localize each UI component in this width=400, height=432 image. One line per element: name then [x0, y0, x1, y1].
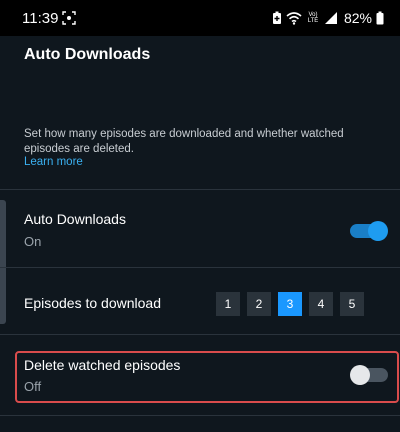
divider	[0, 415, 400, 416]
battery-icon	[376, 11, 384, 25]
learn-more-link[interactable]: Learn more	[24, 156, 83, 168]
status-bar: 11:39 Vo) LTE 82%	[0, 0, 400, 36]
battery-saver-icon	[272, 11, 281, 24]
divider	[0, 267, 400, 268]
screenshot-icon	[62, 11, 76, 25]
toggle-knob	[368, 221, 388, 241]
episode-count-button-3[interactable]: 3	[278, 292, 302, 316]
highlight-annotation	[15, 351, 399, 403]
signal-icon	[324, 12, 337, 24]
auto-downloads-value: On	[24, 234, 42, 249]
episode-count-button-4[interactable]: 4	[309, 292, 333, 316]
battery-percent: 82%	[343, 10, 372, 26]
episodes-to-download-label: Episodes to download	[24, 295, 161, 311]
auto-downloads-screen: 11:39 Vo) LTE 82% Auto Downloads Set how…	[0, 0, 400, 432]
auto-downloads-toggle[interactable]	[350, 221, 388, 241]
status-time: 11:39	[22, 10, 59, 27]
page-title: Auto Downloads	[24, 46, 151, 63]
scroll-indicator	[0, 200, 6, 324]
network-type-label: Vo) LTE	[307, 12, 319, 24]
episode-count-button-1[interactable]: 1	[216, 292, 240, 316]
status-icons: Vo) LTE 82%	[272, 9, 384, 27]
episode-count-selector: 1 2 3 4 5	[216, 292, 364, 316]
episode-count-button-2[interactable]: 2	[247, 292, 271, 316]
episode-count-button-5[interactable]: 5	[340, 292, 364, 316]
wifi-icon	[286, 12, 302, 25]
divider	[0, 189, 400, 190]
auto-downloads-label: Auto Downloads	[24, 211, 126, 227]
description-text: Set how many episodes are downloaded and…	[24, 128, 344, 155]
divider	[0, 334, 400, 335]
